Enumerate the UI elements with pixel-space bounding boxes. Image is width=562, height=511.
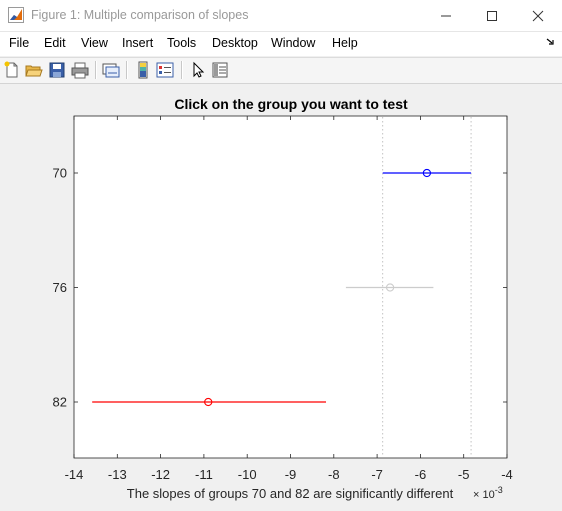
- y-tick-label: 76: [53, 280, 67, 295]
- title-bar[interactable]: Figure 1: Multiple comparison of slopes: [0, 0, 562, 32]
- y-tick-label: 82: [53, 395, 67, 410]
- x-tick-label: -13: [108, 467, 127, 482]
- x-tick-label: -9: [285, 467, 297, 482]
- menu-desktop[interactable]: Desktop: [212, 36, 258, 50]
- insert-legend-icon[interactable]: [156, 61, 174, 79]
- x-exponent-base: × 10: [473, 489, 495, 501]
- menu-tools[interactable]: Tools: [167, 36, 196, 50]
- edit-plot-arrow-icon[interactable]: [189, 61, 207, 79]
- minimize-icon: [441, 15, 451, 16]
- link-plot-icon[interactable]: [102, 61, 120, 79]
- insert-colorbar-icon[interactable]: [134, 61, 152, 79]
- comparison-plot: Click on the group you want to test -14 -…: [53, 96, 513, 501]
- window-title: Figure 1: Multiple comparison of slopes: [31, 8, 249, 22]
- dock-arrow-icon[interactable]: [546, 37, 556, 47]
- figure-canvas: Click on the group you want to test -14 -…: [0, 84, 562, 506]
- menu-file[interactable]: File: [9, 36, 29, 50]
- toolbar-separator: [126, 61, 128, 79]
- x-tick-label: -6: [415, 467, 427, 482]
- print-icon[interactable]: [71, 61, 89, 79]
- open-file-icon[interactable]: [25, 61, 43, 79]
- x-tick-label: -7: [371, 467, 383, 482]
- chart-title: Click on the group you want to test: [174, 96, 408, 112]
- close-button[interactable]: [515, 0, 561, 31]
- x-tick-label: -11: [195, 467, 213, 482]
- menu-window[interactable]: Window: [271, 36, 315, 50]
- x-tick-label: -4: [501, 467, 513, 482]
- menu-insert[interactable]: Insert: [122, 36, 153, 50]
- new-figure-icon[interactable]: [3, 61, 21, 79]
- minimize-button[interactable]: [423, 0, 469, 31]
- x-tick-label: -14: [65, 467, 84, 482]
- x-tick-label: -10: [238, 467, 257, 482]
- x-tick-label: -12: [151, 467, 170, 482]
- plot-axes[interactable]: [73, 115, 508, 459]
- figure-toolbar: [0, 57, 562, 84]
- property-inspector-icon[interactable]: [211, 61, 229, 79]
- menu-view[interactable]: View: [81, 36, 108, 50]
- toolbar-separator: [181, 61, 183, 79]
- x-exponent-label: × 10-3: [473, 485, 503, 501]
- menu-edit[interactable]: Edit: [44, 36, 66, 50]
- maximize-button[interactable]: [469, 0, 515, 31]
- menu-bar: File Edit View Insert Tools Desktop Wind…: [0, 32, 562, 56]
- maximize-icon: [487, 10, 497, 21]
- matlab-figure-icon: [8, 7, 24, 23]
- x-tick-label: -5: [458, 467, 470, 482]
- close-icon: [532, 10, 544, 21]
- x-axis-label: The slopes of groups 70 and 82 are signi…: [127, 486, 454, 501]
- x-tick-label: -8: [328, 467, 340, 482]
- menu-help[interactable]: Help: [332, 36, 358, 50]
- toolbar-separator: [95, 61, 97, 79]
- x-exponent-power: -3: [495, 485, 503, 495]
- save-icon[interactable]: [48, 61, 66, 79]
- y-tick-label: 70: [53, 166, 67, 181]
